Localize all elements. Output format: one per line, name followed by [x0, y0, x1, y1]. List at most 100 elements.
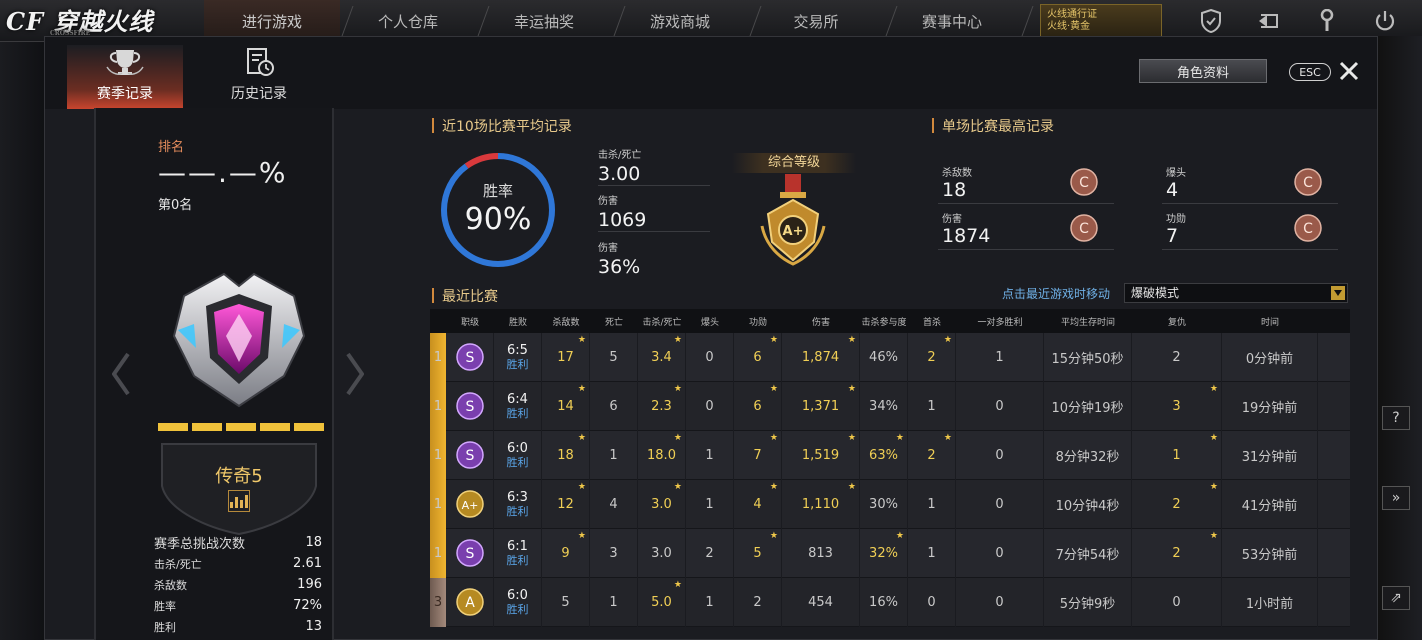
- star-icon: ★: [673, 432, 682, 443]
- result: 胜利: [506, 603, 529, 616]
- progress-segment: [260, 423, 290, 431]
- cell-value: 8分钟32秒: [1055, 449, 1120, 465]
- tab-season-record[interactable]: 赛季记录: [67, 45, 183, 109]
- column-header: 击杀/死亡: [642, 317, 682, 328]
- battle-pass-promo[interactable]: 火线通行证 火线·黄金: [1040, 4, 1162, 38]
- cell-damage: 454: [782, 577, 860, 627]
- prev-tier-arrow-icon[interactable]: [112, 352, 130, 396]
- star-icon: ★: [673, 383, 682, 394]
- help-icon[interactable]: ?: [1382, 406, 1410, 430]
- star-icon: ★: [577, 530, 586, 541]
- best-label: 功勋: [1166, 214, 1186, 225]
- stat-label: 胜率: [154, 599, 176, 613]
- mode-select[interactable]: 爆破模式: [1124, 283, 1348, 303]
- star-icon: ★: [577, 432, 586, 443]
- cell-time: 41分钟前: [1222, 479, 1318, 529]
- cell-kd: 3.0 ★: [638, 479, 686, 529]
- tier-name: 传奇5: [215, 466, 263, 487]
- cell-survive: 15分钟50秒: [1044, 332, 1132, 382]
- star-icon: ★: [577, 383, 586, 394]
- result-cell: 6:1 胜利: [494, 528, 542, 578]
- tab-label: 历史记录: [231, 86, 287, 102]
- cell-value: 2: [1172, 496, 1181, 512]
- grade-c-icon: C: [1070, 214, 1098, 242]
- cell-first: 1: [908, 528, 956, 578]
- table-row[interactable]: 1 A+ 6:3 胜利 12 ★ 4 3.0 ★ 1 4 ★ 1,110 ★ 30% 1 0 10分钟4秒 2 ★ 41…: [430, 479, 1350, 529]
- rank-percent: ——.—%: [158, 156, 288, 189]
- next-tier-arrow-icon[interactable]: [346, 352, 364, 396]
- cell-value: 16%: [869, 594, 898, 610]
- grade-a-icon: A: [455, 588, 484, 616]
- power-icon[interactable]: [1370, 6, 1400, 36]
- cell-time: 19分钟前: [1222, 381, 1318, 431]
- cell-value: 9: [561, 545, 570, 561]
- stat-label: 击杀/死亡: [154, 557, 202, 571]
- table-row[interactable]: 1 S 6:0 胜利 18 ★ 1 18.0 ★ 1 7 ★ 1,519 ★ 63% ★ 2 ★ 0 8分钟32秒 1 ★…: [430, 430, 1350, 480]
- star-icon: ★: [895, 530, 904, 541]
- star-icon: ★: [769, 530, 778, 541]
- esc-button[interactable]: ESC: [1289, 63, 1331, 81]
- cell-clutch: 0: [956, 430, 1044, 480]
- column-header: 平均生存时间: [1060, 317, 1115, 328]
- stat-value: 13: [305, 619, 322, 634]
- popout-icon[interactable]: ⇗: [1382, 586, 1410, 610]
- character-profile-button[interactable]: 角色资料: [1139, 59, 1267, 83]
- result-cell: 6:0 胜利: [494, 577, 542, 627]
- wrench-icon[interactable]: [1312, 6, 1342, 36]
- cell-part: 30%: [860, 479, 908, 529]
- table-row[interactable]: 1 S 6:5 胜利 17 ★ 5 3.4 ★ 0 6 ★ 1,874 ★ 46% 2 ★ 1 15分钟50秒 2 0分…: [430, 332, 1350, 382]
- cell-survive: 10分钟19秒: [1044, 381, 1132, 431]
- stat-row: 赛季总挑战次数 18: [154, 532, 322, 553]
- cell-value: 2.3: [651, 398, 672, 414]
- star-icon: ★: [847, 481, 856, 492]
- grade-cell: A+: [446, 479, 494, 529]
- star-icon: ★: [1209, 383, 1218, 394]
- expand-icon[interactable]: »: [1382, 486, 1410, 510]
- grade-cell: S: [446, 430, 494, 480]
- stat-value: 18: [305, 535, 322, 550]
- table-row[interactable]: 1 S 6:4 胜利 14 ★ 6 2.3 ★ 0 6 ★ 1,371 ★ 34% 1 0 10分钟19秒 3 ★ 19…: [430, 381, 1350, 431]
- star-icon: ★: [1209, 432, 1218, 443]
- column-header: 时间: [1260, 317, 1279, 328]
- cell-hs: 1: [686, 577, 734, 627]
- grade-cell: S: [446, 381, 494, 431]
- close-icon[interactable]: [1337, 59, 1361, 83]
- shield-icon[interactable]: [1196, 6, 1226, 36]
- table-body: 1 S 6:5 胜利 17 ★ 5 3.4 ★ 0 6 ★ 1,874 ★ 46% 2 ★ 1 15分钟50秒 2 0分…: [430, 332, 1350, 627]
- tab-history-record[interactable]: 历史记录: [201, 45, 317, 109]
- cell-value: 34%: [869, 398, 898, 414]
- cell-kd: 3.0: [638, 528, 686, 578]
- cell-value: 5分钟9秒: [1059, 596, 1116, 612]
- back-icon[interactable]: [1254, 6, 1284, 36]
- cell-value: 1: [927, 545, 936, 561]
- cell-merit: 7 ★: [734, 430, 782, 480]
- cell-revenge: 2 ★: [1132, 528, 1222, 578]
- avg-stat-value: 3.00: [598, 163, 641, 185]
- progress-segment: [192, 423, 222, 431]
- cell-deaths: 3: [590, 528, 638, 578]
- best-label: 爆头: [1166, 168, 1186, 179]
- column-header: 胜败: [508, 317, 527, 328]
- cell-value: 1,371: [801, 398, 840, 414]
- cell-value: 32%: [869, 545, 898, 561]
- avg-stat-value: 36%: [598, 256, 641, 278]
- table-row[interactable]: 1 S 6:1 胜利 9 ★ 3 3.0 2 5 ★ 813 32% ★ 1 0 7分钟54秒 2 ★ 53分钟前: [430, 528, 1350, 578]
- avg-damage-share: 伤害 36%: [598, 239, 710, 279]
- column-header: 死亡: [604, 317, 623, 328]
- panel-header: 赛季记录 历史记录 角色资料 ESC: [45, 37, 1377, 109]
- cell-value: 0分钟前: [1245, 351, 1294, 367]
- rank-label: 排名: [158, 140, 185, 155]
- chevron-down-icon[interactable]: [1331, 286, 1345, 300]
- cell-value: 1: [705, 496, 714, 512]
- svg-text:S: S: [465, 448, 474, 464]
- cell-value: 17: [557, 349, 574, 365]
- table-row[interactable]: 3 A 6:0 胜利 5 1 5.0 ★ 1 2 454 16% 0 0 5分钟9秒 0 1小时前: [430, 577, 1350, 627]
- cell-value: 18.0: [647, 447, 676, 463]
- star-icon: ★: [577, 334, 586, 345]
- bar-chart-icon[interactable]: [228, 490, 250, 512]
- season-stats: 赛季总挑战次数 18 击杀/死亡 2.61 杀敌数 196 胜率 72% 胜利 13: [154, 532, 322, 637]
- result: 胜利: [506, 358, 529, 371]
- best-value: 1874: [942, 225, 991, 247]
- progress-segment: [226, 423, 256, 431]
- rank-strip: 1: [430, 332, 446, 382]
